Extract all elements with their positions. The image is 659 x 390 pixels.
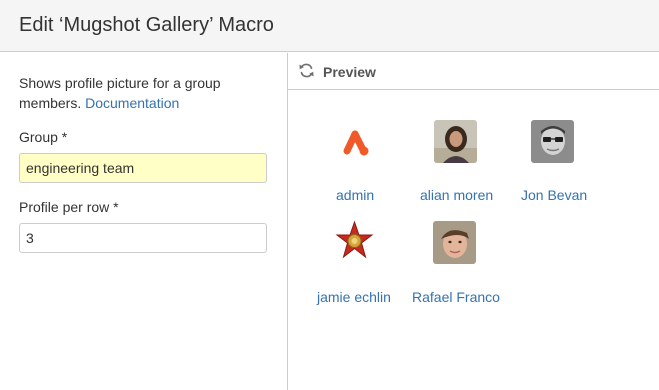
dialog-title: Edit ‘Mugshot Gallery’ Macro bbox=[19, 14, 274, 36]
profile-per-row-label: Profile per row * bbox=[19, 199, 119, 215]
alian-moren-avatar[interactable] bbox=[434, 120, 477, 163]
member-name-alian-moren[interactable]: alian moren bbox=[420, 187, 493, 203]
member-name-jon-bevan[interactable]: Jon Bevan bbox=[521, 187, 587, 203]
dialog-header: Edit ‘Mugshot Gallery’ Macro bbox=[0, 0, 659, 52]
group-label: Group * bbox=[19, 129, 68, 145]
documentation-link[interactable]: Documentation bbox=[85, 95, 179, 111]
profile-per-row-input[interactable] bbox=[19, 223, 267, 253]
refresh-icon[interactable] bbox=[298, 62, 315, 79]
group-input[interactable] bbox=[19, 153, 267, 183]
jamie-echlin-star-badge-avatar[interactable] bbox=[333, 219, 376, 262]
preview-label: Preview bbox=[323, 64, 376, 80]
macro-description: Shows profile picture for a group member… bbox=[19, 73, 264, 113]
rafael-franco-avatar[interactable] bbox=[433, 221, 476, 264]
member-name-rafael-franco[interactable]: Rafael Franco bbox=[412, 289, 500, 305]
panel-divider bbox=[287, 53, 288, 390]
jon-bevan-avatar[interactable] bbox=[531, 120, 574, 163]
admin-logo-avatar[interactable] bbox=[333, 120, 376, 163]
member-name-jamie-echlin[interactable]: jamie echlin bbox=[317, 289, 391, 305]
member-name-admin[interactable]: admin bbox=[336, 187, 374, 203]
